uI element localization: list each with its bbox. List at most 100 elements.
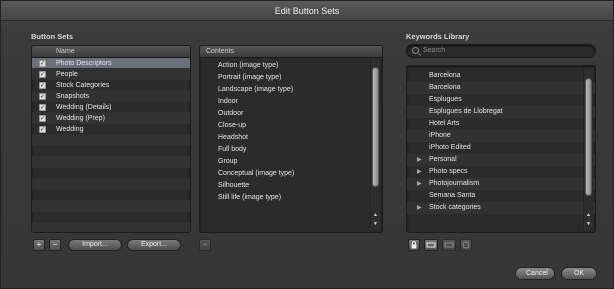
keyword-item[interactable]: ▶ Stock categories — [407, 202, 595, 214]
button-set-row[interactable]: ✓ Stock Categories — [32, 80, 190, 91]
enable-checkbox[interactable]: ✓ — [39, 71, 46, 78]
keywords-library-list[interactable]: Barcelona Barcelona Esplugues Esplugues de … — [406, 65, 596, 233]
search-icon — [412, 47, 419, 54]
scroll-up-arrow-icon[interactable]: ▲ — [584, 211, 593, 220]
add-subkeyword-icon[interactable] — [442, 239, 456, 251]
content-item[interactable]: Headshot — [200, 132, 382, 144]
button-set-row[interactable]: ✓ Snapshots — [32, 91, 190, 102]
empty-row — [32, 190, 190, 201]
enable-checkbox[interactable]: ✓ — [39, 60, 46, 67]
content-item[interactable]: Full body — [200, 144, 382, 156]
keyword-label: iPhoto Edited — [429, 144, 471, 151]
contents-scroll-thumb[interactable] — [372, 67, 379, 187]
add-keyword-icon[interactable] — [424, 239, 438, 251]
contents-list[interactable]: Contents Action (image type) Portrait (im… — [199, 45, 383, 233]
cancel-button[interactable]: Cancel — [515, 267, 555, 280]
content-item[interactable]: Still life (image type) — [200, 192, 382, 204]
button-set-name: Wedding (Prep) — [56, 115, 105, 122]
keyword-search-field[interactable]: Search — [406, 44, 596, 58]
keyword-label: Hotel Arts — [429, 120, 460, 127]
lock-icon[interactable] — [408, 239, 420, 251]
keyword-item[interactable]: Semana Santa — [407, 190, 595, 202]
keyword-label: Esplugues de Llobregat — [429, 108, 503, 115]
keyword-item[interactable]: Hotel Arts — [407, 118, 595, 130]
button-set-name: People — [56, 71, 78, 78]
button-set-row[interactable]: ✓ Wedding (Details) — [32, 102, 190, 113]
remove-button-set-button[interactable]: − — [49, 239, 61, 251]
disclosure-triangle-icon[interactable]: ▶ — [417, 166, 422, 178]
scroll-down-arrow-icon[interactable]: ▼ — [371, 220, 380, 229]
empty-row — [32, 212, 190, 223]
add-button-set-button[interactable]: + — [33, 239, 45, 251]
import-button[interactable]: Import... — [68, 239, 122, 251]
edit-button-sets-window: Edit Button Sets Button Sets Name ✓ Photo… — [0, 0, 614, 289]
button-set-name: Wedding — [56, 126, 84, 133]
button-sets-label: Button Sets — [31, 32, 74, 41]
keyword-label: iPhone — [429, 132, 451, 139]
empty-row — [32, 168, 190, 179]
empty-row — [32, 179, 190, 190]
keyword-item[interactable]: iPhone — [407, 130, 595, 142]
keyword-item[interactable]: ▶ Photo specs — [407, 166, 595, 178]
export-button[interactable]: Export... — [127, 239, 181, 251]
search-placeholder: Search — [423, 47, 446, 54]
enable-checkbox[interactable]: ✓ — [39, 126, 46, 133]
button-set-name: Snapshots — [56, 93, 90, 100]
contents-header: Contents — [200, 46, 382, 58]
keywords-library-label: Keywords Library — [406, 32, 470, 41]
content-item[interactable]: Indoor — [200, 96, 382, 108]
empty-row — [32, 146, 190, 157]
content-item[interactable]: Landscape (image type) — [200, 84, 382, 96]
content-item[interactable]: Conceptual (image type) — [200, 168, 382, 180]
button-set-row[interactable]: ✓ Photo Descriptors — [32, 58, 190, 69]
enable-checkbox[interactable]: ✓ — [39, 93, 46, 100]
content-item[interactable]: Outdoor — [200, 108, 382, 120]
keyword-label: Photo specs — [429, 168, 468, 175]
keyword-item[interactable]: ▶ Personal — [407, 154, 595, 166]
content-item[interactable]: Action (image type) — [200, 60, 382, 72]
contents-scrollbar[interactable]: ▲ ▼ — [370, 59, 380, 230]
button-set-name: Photo Descriptors — [56, 60, 112, 67]
keyword-item[interactable]: Barcelona — [407, 70, 595, 82]
name-column-header[interactable]: Name — [32, 46, 190, 58]
button-set-row[interactable]: ✓ Wedding — [32, 124, 190, 135]
keyword-label: Barcelona — [429, 72, 461, 79]
keyword-label: Personal — [429, 156, 457, 163]
keywords-scrollbar[interactable]: ▲ ▼ — [583, 68, 593, 230]
disclosure-triangle-icon[interactable]: ▶ — [417, 178, 422, 190]
scroll-up-arrow-icon[interactable]: ▲ — [371, 211, 380, 220]
button-set-row[interactable]: ✓ Wedding (Prep) — [32, 113, 190, 124]
content-item[interactable]: Group — [200, 156, 382, 168]
ok-button[interactable]: OK — [561, 267, 597, 280]
content-item[interactable]: Silhouette — [200, 180, 382, 192]
keyword-item[interactable]: Esplugues de Llobregat — [407, 106, 595, 118]
button-sets-table[interactable]: Name ✓ Photo Descriptors ✓ People ✓ Stock Cat… — [31, 45, 191, 233]
empty-row — [32, 201, 190, 212]
keyword-item[interactable]: Esplugues — [407, 94, 595, 106]
keywords-scroll-thumb[interactable] — [585, 78, 592, 196]
enable-checkbox[interactable]: ✓ — [39, 82, 46, 89]
content-item[interactable]: Portrait (image type) — [200, 72, 382, 84]
button-set-row[interactable]: ✓ People — [32, 69, 190, 80]
keyword-item[interactable]: iPhoto Edited — [407, 142, 595, 154]
scroll-down-arrow-icon[interactable]: ▼ — [584, 220, 593, 229]
keyword-item[interactable]: Barcelona — [407, 82, 595, 94]
empty-row — [32, 223, 190, 232]
enable-checkbox[interactable]: ✓ — [39, 115, 46, 122]
enable-checkbox[interactable]: ✓ — [39, 104, 46, 111]
window-title: Edit Button Sets — [1, 1, 613, 21]
disclosure-triangle-icon[interactable]: ▶ — [417, 202, 422, 214]
keyword-label: Esplugues — [429, 96, 462, 103]
remove-content-button[interactable]: − — [199, 239, 211, 251]
button-set-name: Wedding (Details) — [56, 104, 112, 111]
disclosure-triangle-icon[interactable]: ▶ — [417, 154, 422, 166]
button-set-name: Stock Categories — [56, 82, 110, 89]
keyword-label: Barcelona — [429, 84, 461, 91]
keyword-item[interactable]: ▶ Photojournalism — [407, 178, 595, 190]
keyword-label: Semana Santa — [429, 192, 476, 199]
content-item[interactable]: Close-up — [200, 120, 382, 132]
keyword-label: Stock categories — [429, 204, 481, 211]
empty-row — [32, 135, 190, 146]
keyword-action-icon[interactable] — [460, 239, 472, 251]
empty-row — [32, 157, 190, 168]
